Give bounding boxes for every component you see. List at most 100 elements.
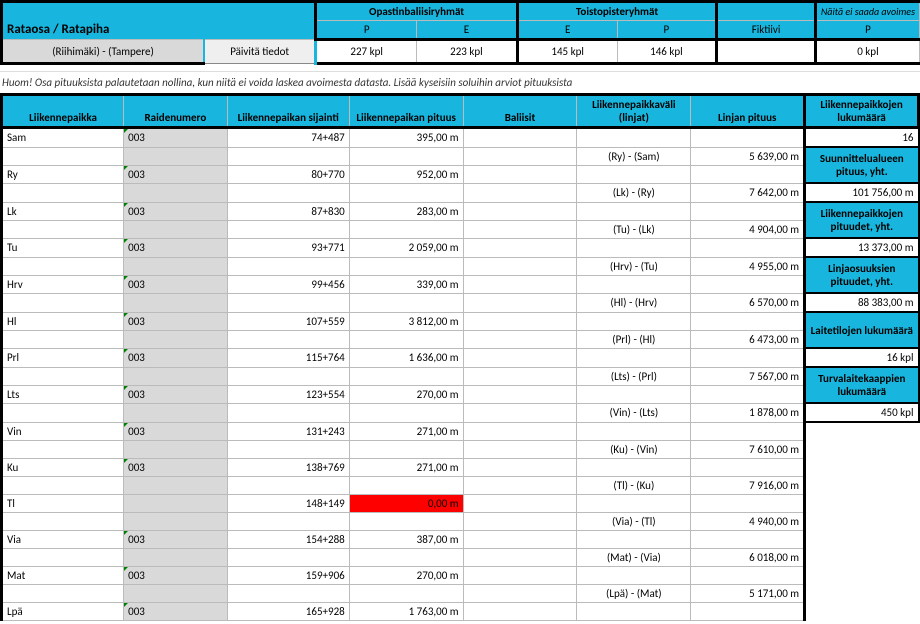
cell-rn[interactable] bbox=[124, 330, 227, 348]
cell-link[interactable] bbox=[577, 202, 691, 220]
cell-pit[interactable] bbox=[349, 330, 463, 348]
cell-rn[interactable] bbox=[124, 584, 227, 602]
cell-baliisit[interactable] bbox=[463, 422, 577, 440]
cell-baliisit[interactable] bbox=[463, 530, 577, 548]
cell-linkpit[interactable]: 7 642,00 m bbox=[691, 183, 805, 202]
cell-linkpit[interactable] bbox=[691, 128, 805, 148]
cell-lp[interactable]: Vin bbox=[2, 422, 124, 440]
cell-rn[interactable]: 003 bbox=[124, 275, 227, 293]
cell-link[interactable] bbox=[577, 312, 691, 330]
cell-lp[interactable]: Lpä bbox=[2, 602, 124, 620]
cell-rn[interactable] bbox=[124, 183, 227, 202]
cell-pit[interactable] bbox=[349, 147, 463, 165]
cell-baliisit[interactable] bbox=[463, 476, 577, 494]
cell-lp[interactable] bbox=[2, 293, 124, 312]
cell-rn[interactable] bbox=[124, 440, 227, 458]
cell-baliisit[interactable] bbox=[463, 330, 577, 348]
cell-sij[interactable]: 131+243 bbox=[227, 422, 349, 440]
cell-link[interactable] bbox=[577, 348, 691, 367]
cell-rn[interactable] bbox=[124, 293, 227, 312]
cell-sij[interactable] bbox=[227, 584, 349, 602]
cell-link[interactable] bbox=[577, 494, 691, 512]
cell-pit[interactable] bbox=[349, 476, 463, 494]
cell-rn[interactable]: 003 bbox=[124, 202, 227, 220]
cell-sij[interactable]: 99+456 bbox=[227, 275, 349, 293]
cell-lp[interactable]: Hl bbox=[2, 312, 124, 330]
cell-pit[interactable]: 271,00 m bbox=[349, 458, 463, 476]
cell-rn[interactable]: 003 bbox=[124, 385, 227, 403]
cell-link[interactable]: (Hrv) - (Tu) bbox=[577, 257, 691, 275]
cell-lp[interactable]: Ry bbox=[2, 165, 124, 183]
cell-linkpit[interactable] bbox=[691, 238, 805, 257]
update-button[interactable]: Päivitä tiedot bbox=[204, 40, 316, 64]
cell-linkpit[interactable] bbox=[691, 312, 805, 330]
cell-pit[interactable] bbox=[349, 257, 463, 275]
cell-pit[interactable] bbox=[349, 440, 463, 458]
cell-linkpit[interactable]: 1 878,00 m bbox=[691, 403, 805, 422]
cell-lp[interactable] bbox=[2, 147, 124, 165]
cell-lp[interactable] bbox=[2, 183, 124, 202]
cell-lp[interactable] bbox=[2, 476, 124, 494]
cell-sij[interactable] bbox=[227, 147, 349, 165]
cell-rn[interactable]: 003 bbox=[124, 348, 227, 367]
cell-rn[interactable]: 003 bbox=[124, 530, 227, 548]
cell-lp[interactable] bbox=[2, 220, 124, 238]
cell-baliisit[interactable] bbox=[463, 202, 577, 220]
cell-link[interactable] bbox=[577, 422, 691, 440]
cell-baliisit[interactable] bbox=[463, 183, 577, 202]
cell-link[interactable] bbox=[577, 530, 691, 548]
cell-pit[interactable]: 952,00 m bbox=[349, 165, 463, 183]
cell-linkpit[interactable] bbox=[691, 165, 805, 183]
cell-baliisit[interactable] bbox=[463, 512, 577, 530]
cell-baliisit[interactable] bbox=[463, 165, 577, 183]
cell-rn[interactable] bbox=[124, 476, 227, 494]
cell-sij[interactable]: 159+906 bbox=[227, 566, 349, 584]
cell-rn[interactable]: 003 bbox=[124, 602, 227, 620]
cell-sij[interactable] bbox=[227, 367, 349, 385]
cell-linkpit[interactable]: 4 940,00 m bbox=[691, 512, 805, 530]
cell-pit[interactable]: 270,00 m bbox=[349, 385, 463, 403]
cell-linkpit[interactable] bbox=[691, 422, 805, 440]
cell-pit[interactable] bbox=[349, 584, 463, 602]
cell-link[interactable] bbox=[577, 128, 691, 148]
cell-link[interactable]: (Tu) - (Lk) bbox=[577, 220, 691, 238]
cell-lp[interactable] bbox=[2, 257, 124, 275]
cell-rn[interactable] bbox=[124, 257, 227, 275]
cell-sij[interactable]: 165+928 bbox=[227, 602, 349, 620]
cell-lp[interactable]: Via bbox=[2, 530, 124, 548]
cell-baliisit[interactable] bbox=[463, 220, 577, 238]
cell-baliisit[interactable] bbox=[463, 312, 577, 330]
cell-linkpit[interactable] bbox=[691, 530, 805, 548]
cell-rn[interactable] bbox=[124, 494, 227, 512]
cell-pit[interactable] bbox=[349, 512, 463, 530]
cell-pit[interactable]: 1 636,00 m bbox=[349, 348, 463, 367]
cell-lp[interactable]: Lts bbox=[2, 385, 124, 403]
cell-linkpit[interactable] bbox=[691, 566, 805, 584]
cell-link[interactable] bbox=[577, 275, 691, 293]
cell-baliisit[interactable] bbox=[463, 548, 577, 566]
cell-baliisit[interactable] bbox=[463, 602, 577, 620]
cell-linkpit[interactable] bbox=[691, 458, 805, 476]
cell-link[interactable]: (Lk) - (Ry) bbox=[577, 183, 691, 202]
cell-lp[interactable] bbox=[2, 367, 124, 385]
cell-linkpit[interactable]: 6 570,00 m bbox=[691, 293, 805, 312]
cell-sij[interactable] bbox=[227, 293, 349, 312]
cell-sij[interactable]: 154+288 bbox=[227, 530, 349, 548]
cell-sij[interactable]: 107+559 bbox=[227, 312, 349, 330]
cell-rn[interactable] bbox=[124, 403, 227, 422]
cell-sij[interactable] bbox=[227, 440, 349, 458]
cell-pit[interactable] bbox=[349, 367, 463, 385]
cell-linkpit[interactable]: 5 639,00 m bbox=[691, 147, 805, 165]
cell-rn[interactable] bbox=[124, 147, 227, 165]
cell-lp[interactable]: Tu bbox=[2, 238, 124, 257]
cell-linkpit[interactable] bbox=[691, 494, 805, 512]
cell-sij[interactable] bbox=[227, 512, 349, 530]
cell-link[interactable]: (Ku) - (Vin) bbox=[577, 440, 691, 458]
cell-baliisit[interactable] bbox=[463, 385, 577, 403]
cell-linkpit[interactable]: 5 171,00 m bbox=[691, 584, 805, 602]
cell-sij[interactable] bbox=[227, 330, 349, 348]
cell-rn[interactable] bbox=[124, 512, 227, 530]
cell-rn[interactable]: 003 bbox=[124, 128, 227, 148]
cell-link[interactable] bbox=[577, 385, 691, 403]
cell-linkpit[interactable]: 6 473,00 m bbox=[691, 330, 805, 348]
